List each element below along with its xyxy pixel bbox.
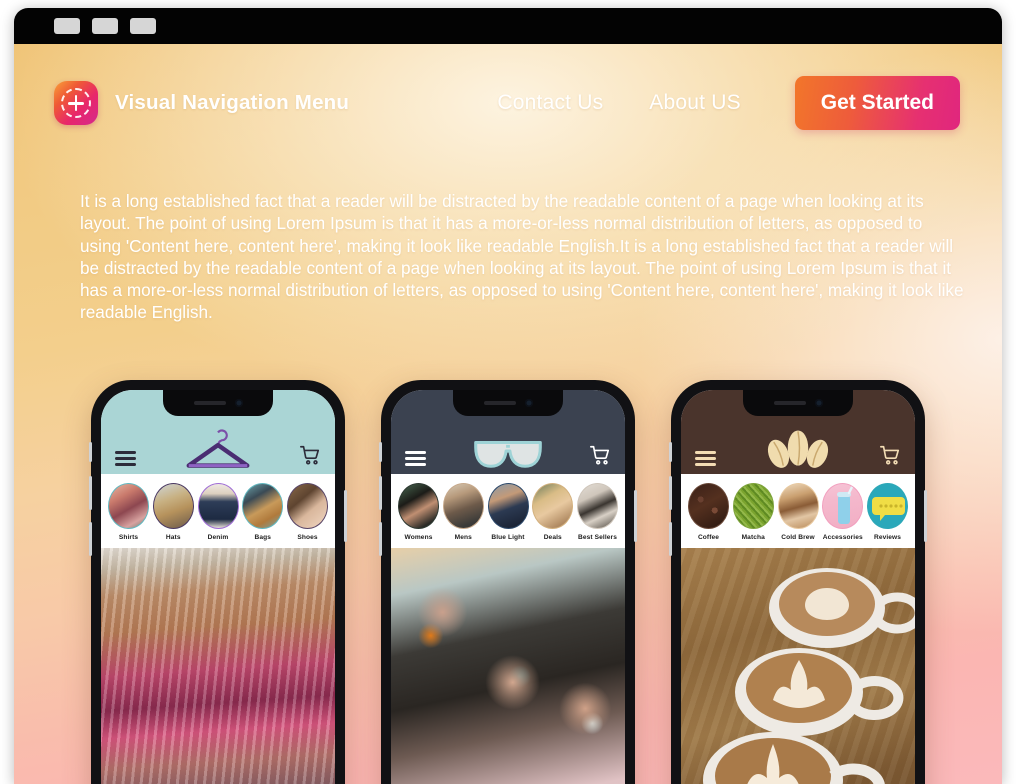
phone-screen: Shirts Hats Denim Bags Shoes	[101, 390, 335, 784]
hamburger-menu-icon[interactable]	[115, 451, 136, 466]
category-thumb-cold-brew	[777, 483, 819, 529]
category-item[interactable]: Deals	[531, 483, 574, 541]
hero-image-clothing-rack	[101, 548, 335, 784]
category-label: Deals	[543, 534, 562, 541]
brand[interactable]: Visual Navigation Menu	[54, 81, 349, 125]
category-thumb-coffee	[688, 483, 729, 529]
category-thumb-best-sellers	[577, 483, 618, 529]
hero-image-women-sunglasses	[391, 548, 625, 784]
phone-clothing: Shirts Hats Denim Bags Shoes	[89, 380, 347, 784]
hamburger-menu-icon[interactable]	[695, 451, 716, 466]
phone-power-button[interactable]	[344, 490, 347, 542]
phone-silent-switch[interactable]	[379, 442, 382, 462]
category-item[interactable]: Reviews	[866, 483, 909, 541]
phone-coffee: Coffee Matcha Cold Brew Accessories Revi…	[669, 380, 927, 784]
category-label: Best Sellers	[578, 534, 617, 541]
category-label: Hats	[165, 534, 181, 541]
shopping-cart-icon[interactable]	[879, 444, 901, 466]
category-label: Blue Light	[491, 534, 525, 541]
phone-power-button[interactable]	[634, 490, 637, 542]
phone-notch	[163, 390, 273, 416]
shopping-cart-icon[interactable]	[299, 444, 321, 466]
category-item[interactable]: Hats	[152, 483, 195, 541]
category-thumb-accessories	[822, 483, 864, 529]
category-thumb-hats	[152, 483, 194, 529]
clothes-hanger-icon	[179, 424, 257, 472]
category-item[interactable]: Womens	[397, 483, 440, 541]
phone-mockups: Shirts Hats Denim Bags Shoes Womens Mens…	[14, 380, 1002, 784]
phone-screen: Coffee Matcha Cold Brew Accessories Revi…	[681, 390, 915, 784]
browser-window: Visual Navigation Menu Contact Us About …	[14, 8, 1002, 784]
earpiece-speaker	[773, 401, 806, 405]
category-strip: Shirts Hats Denim Bags Shoes	[101, 474, 335, 548]
category-item[interactable]: Mens	[442, 483, 485, 541]
category-item[interactable]: Shoes	[286, 483, 329, 541]
get-started-button[interactable]: Get Started	[794, 76, 960, 130]
phone-notch	[743, 390, 853, 416]
category-label: Coffee	[697, 534, 720, 541]
phone-silent-switch[interactable]	[669, 442, 672, 462]
category-thumb-denim	[197, 483, 239, 529]
latte-cups-illustration	[703, 568, 915, 784]
category-label: Matcha	[741, 534, 765, 541]
category-thumb-shoes	[287, 483, 328, 529]
page-body: Visual Navigation Menu Contact Us About …	[14, 44, 1002, 784]
category-label: Womens	[404, 534, 433, 541]
earpiece-speaker	[193, 401, 226, 405]
front-camera-icon	[814, 399, 823, 407]
category-thumb-bags	[242, 483, 284, 529]
category-thumb-reviews	[867, 483, 908, 529]
category-item[interactable]: Accessories	[821, 483, 864, 541]
nav-link-about-us[interactable]: About US	[649, 91, 741, 115]
category-strip: Womens Mens Blue Light Deals Best Seller…	[391, 474, 625, 548]
main-navigation: Contact Us About US Get Started	[497, 76, 960, 130]
category-label: Bags	[254, 534, 272, 541]
phone-notch	[453, 390, 563, 416]
category-thumb-womens	[398, 483, 439, 529]
instagram-plus-icon	[54, 81, 98, 125]
category-label: Mens	[454, 534, 472, 541]
category-thumb-blue-light	[487, 483, 529, 529]
category-label: Shirts	[118, 534, 139, 541]
phone-screen: Womens Mens Blue Light Deals Best Seller…	[391, 390, 625, 784]
phone-silent-switch[interactable]	[89, 442, 92, 462]
front-camera-icon	[524, 399, 533, 407]
category-strip: Coffee Matcha Cold Brew Accessories Revi…	[681, 474, 915, 548]
phone-eyewear: Womens Mens Blue Light Deals Best Seller…	[379, 380, 637, 784]
category-item[interactable]: Shirts	[107, 483, 150, 541]
earpiece-speaker	[483, 401, 516, 405]
category-thumb-mens	[442, 483, 484, 529]
phone-power-button[interactable]	[924, 490, 927, 542]
category-item[interactable]: Denim	[197, 483, 240, 541]
category-item[interactable]: Coffee	[687, 483, 730, 541]
window-minimize-button[interactable]	[54, 18, 80, 34]
category-label: Reviews	[873, 534, 902, 541]
window-close-button[interactable]	[130, 18, 156, 34]
category-thumb-deals	[532, 483, 574, 529]
brand-name: Visual Navigation Menu	[115, 91, 350, 114]
category-item[interactable]: Matcha	[732, 483, 775, 541]
category-label: Denim	[207, 534, 229, 541]
hero-image-latte-cups	[681, 548, 915, 784]
category-label: Cold Brew	[781, 534, 815, 541]
front-camera-icon	[234, 399, 243, 407]
plus-vertical-shape	[74, 95, 78, 111]
hamburger-menu-icon[interactable]	[405, 451, 426, 466]
sunglasses-icon	[469, 424, 547, 472]
browser-titlebar	[14, 8, 1002, 44]
category-label: Shoes	[297, 534, 318, 541]
site-header: Visual Navigation Menu Contact Us About …	[14, 68, 1002, 138]
category-item[interactable]: Cold Brew	[777, 483, 820, 541]
category-item[interactable]: Blue Light	[487, 483, 530, 541]
intro-paragraph: It is a long established fact that a rea…	[80, 191, 964, 323]
window-maximize-button[interactable]	[92, 18, 118, 34]
category-label: Accessories	[822, 534, 863, 541]
coffee-beans-icon	[759, 424, 837, 472]
category-item[interactable]: Best Sellers	[576, 483, 619, 541]
category-thumb-shirts	[108, 483, 149, 529]
shopping-cart-icon[interactable]	[589, 444, 611, 466]
nav-link-contact-us[interactable]: Contact Us	[497, 91, 603, 115]
category-item[interactable]: Bags	[241, 483, 284, 541]
category-thumb-matcha	[732, 483, 774, 529]
